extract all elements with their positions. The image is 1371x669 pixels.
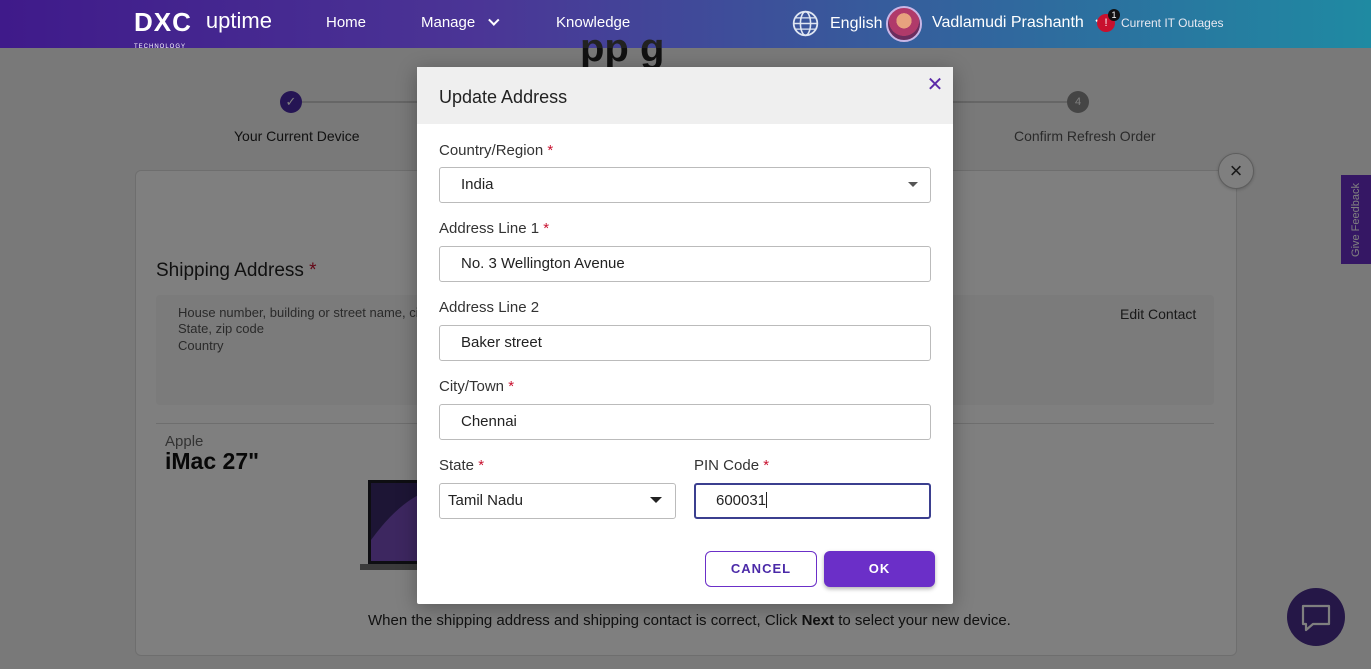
dialog-header: Update Address ✕ [417, 67, 953, 124]
address1-label: Address Line 1 * [439, 220, 549, 237]
country-select[interactable]: India [439, 167, 931, 203]
city-input[interactable]: Chennai [439, 404, 931, 440]
state-label: State * [439, 457, 484, 474]
pin-label-text: PIN Code [694, 457, 760, 474]
required-mark: * [478, 457, 485, 474]
text-cursor [766, 492, 768, 508]
city-label-text: City/Town [439, 378, 505, 395]
logo[interactable]: DXC TECHNOLOGY uptime [134, 7, 272, 50]
state-select[interactable]: Tamil Nadu [439, 483, 676, 519]
nav-manage[interactable]: Manage [421, 14, 500, 31]
pin-label: PIN Code * [694, 457, 769, 474]
address2-label: Address Line 2 [439, 299, 540, 316]
chevron-down-icon [908, 182, 918, 187]
alert-count-badge: 1 [1108, 9, 1120, 21]
pin-value: 600031 [716, 492, 767, 509]
cancel-button[interactable]: CANCEL [705, 551, 817, 587]
user-menu[interactable]: Vadlamudi Prashanth [932, 14, 1106, 32]
address-line1-input[interactable]: No. 3 Wellington Avenue [439, 246, 931, 282]
pin-code-input[interactable]: 600031 [694, 483, 931, 519]
avatar[interactable] [886, 6, 922, 42]
nav-manage-label: Manage [421, 14, 476, 31]
country-label: Country/Region * [439, 142, 553, 159]
user-name: Vadlamudi Prashanth [932, 14, 1084, 31]
country-label-text: Country/Region [439, 142, 544, 159]
required-mark: * [547, 142, 554, 159]
current-outages-link[interactable]: Current IT Outages [1121, 16, 1224, 30]
top-nav: DXC TECHNOLOGY uptime Home Manage Knowled… [0, 0, 1371, 50]
dialog-title: Update Address [439, 87, 568, 107]
state-label-text: State [439, 457, 475, 474]
ok-button[interactable]: OK [824, 551, 935, 587]
logo-product: uptime [205, 8, 272, 33]
country-value: India [461, 176, 494, 193]
close-icon[interactable]: ✕ [925, 75, 945, 95]
required-mark: * [763, 457, 770, 474]
update-address-dialog: Update Address ✕ Country/Region * India … [417, 67, 953, 604]
address1-label-text: Address Line 1 [439, 220, 540, 237]
city-label: City/Town * [439, 378, 514, 395]
globe-icon[interactable] [792, 10, 819, 37]
state-value: Tamil Nadu [448, 492, 524, 509]
nav-home[interactable]: Home [326, 14, 366, 31]
logo-brand: DXC [134, 7, 192, 37]
address-line2-input[interactable]: Baker street [439, 325, 931, 361]
chevron-down-icon [650, 497, 662, 503]
required-mark: * [508, 378, 515, 395]
chevron-down-icon [488, 14, 500, 26]
required-mark: * [543, 220, 550, 237]
language-selector[interactable]: English [830, 15, 882, 33]
